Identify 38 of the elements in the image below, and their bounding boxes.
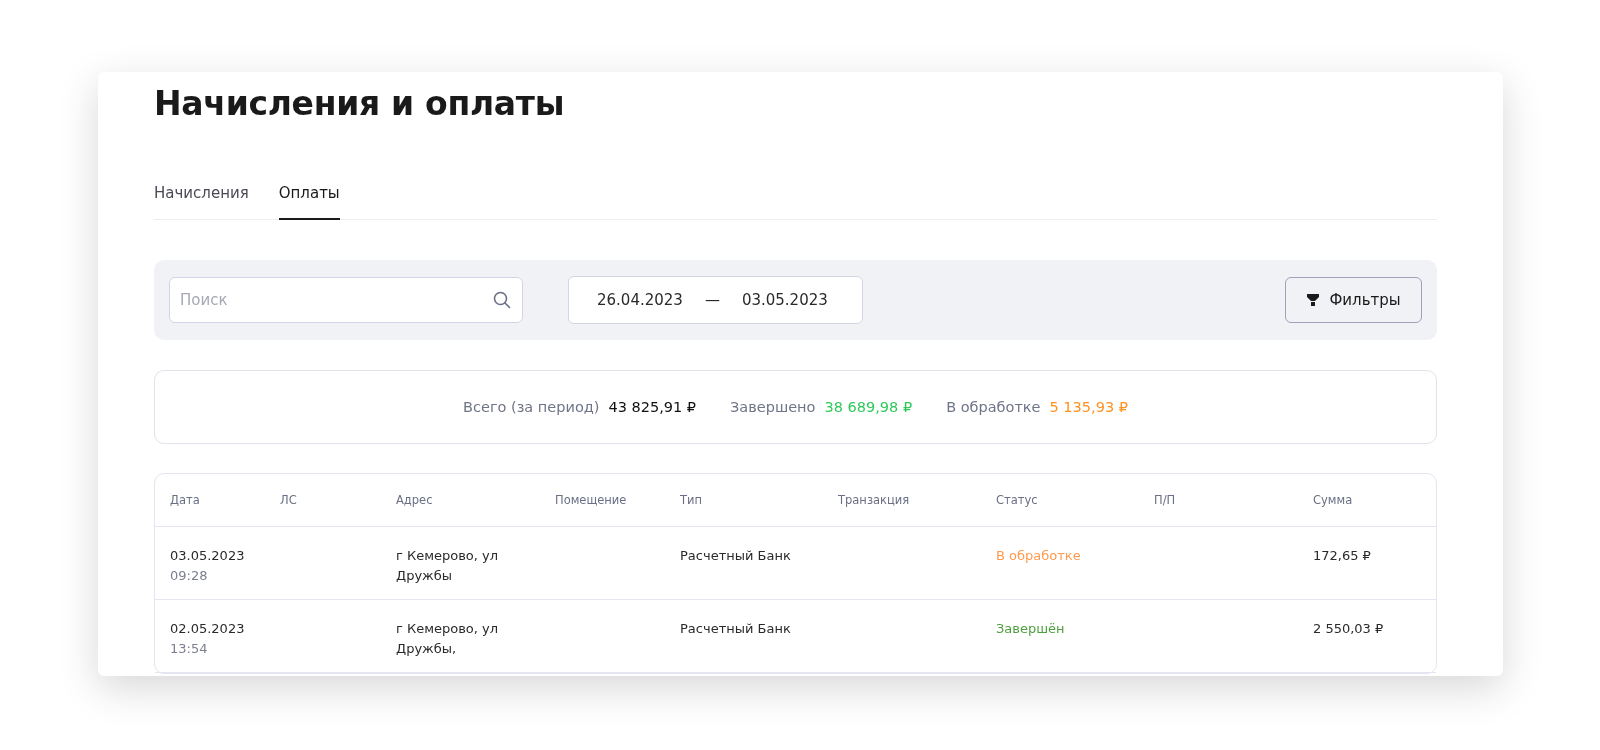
type-text: Расчетный Банк [680,548,791,563]
status-text: В обработке [996,548,1081,563]
column-header: Транзакция [838,493,911,507]
page-title: Начисления и оплаты [154,84,566,124]
tab[interactable]: Начисления [154,184,249,220]
search-field[interactable]: Поиск [169,277,523,323]
summary-label: Всего (за период) [463,399,600,415]
search-icon [493,291,511,309]
amount-text: 172,65 ₽ [1313,548,1371,563]
date-text: 02.05.2023 [170,620,246,638]
column-header: Помещение [555,493,628,507]
date-range-field[interactable]: 26.04.2023 — 03.05.2023 [568,276,863,324]
column-header: Тип [680,493,704,507]
amount-text: 2 550,03 ₽ [1313,621,1384,636]
type-text: Расчетный Банк [680,621,791,636]
time-text: 09:28 [170,567,209,585]
time-text: 13:54 [170,640,209,658]
date-to: 03.05.2023 [741,291,828,309]
status-text: Завершён [996,621,1065,636]
column-header: Статус [996,493,1039,507]
column-header: П/П [1154,493,1177,507]
column-header: ЛС [280,493,298,507]
column-header: Дата [170,493,201,507]
address-text: г Кемерово, ул Дружбы [396,547,500,585]
funnel-icon [1306,293,1321,307]
column-header: Сумма [1313,493,1354,507]
date-separator: — [704,291,720,309]
address-text: г Кемерово, ул Дружбы, [396,620,500,658]
summary-value: 43 825,91 ₽ [608,399,697,415]
tab[interactable]: Оплаты [278,184,340,220]
filters-button[interactable]: Фильтры [1285,277,1422,323]
date-text: 03.05.2023 [170,547,246,565]
date-from: 26.04.2023 [597,291,683,309]
summary-label: Завершено [730,399,816,415]
summary-value: 38 689,98 ₽ [824,399,913,415]
column-header: Адрес [396,493,434,507]
summary-value: 5 135,93 ₽ [1049,399,1128,415]
summary-label: В обработке [946,399,1041,415]
